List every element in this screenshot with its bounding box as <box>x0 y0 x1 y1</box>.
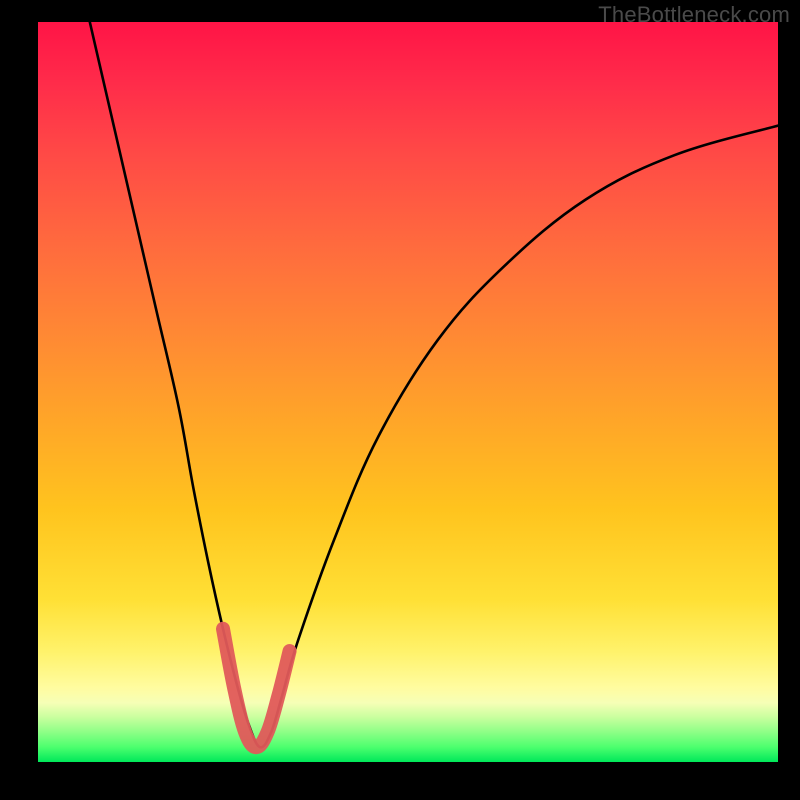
curve-svg <box>38 22 778 762</box>
plot-area <box>38 22 778 762</box>
chart-frame: TheBottleneck.com <box>0 0 800 800</box>
watermark-text: TheBottleneck.com <box>598 2 790 28</box>
bottleneck-curve <box>90 22 778 747</box>
highlight-segment <box>223 629 290 747</box>
